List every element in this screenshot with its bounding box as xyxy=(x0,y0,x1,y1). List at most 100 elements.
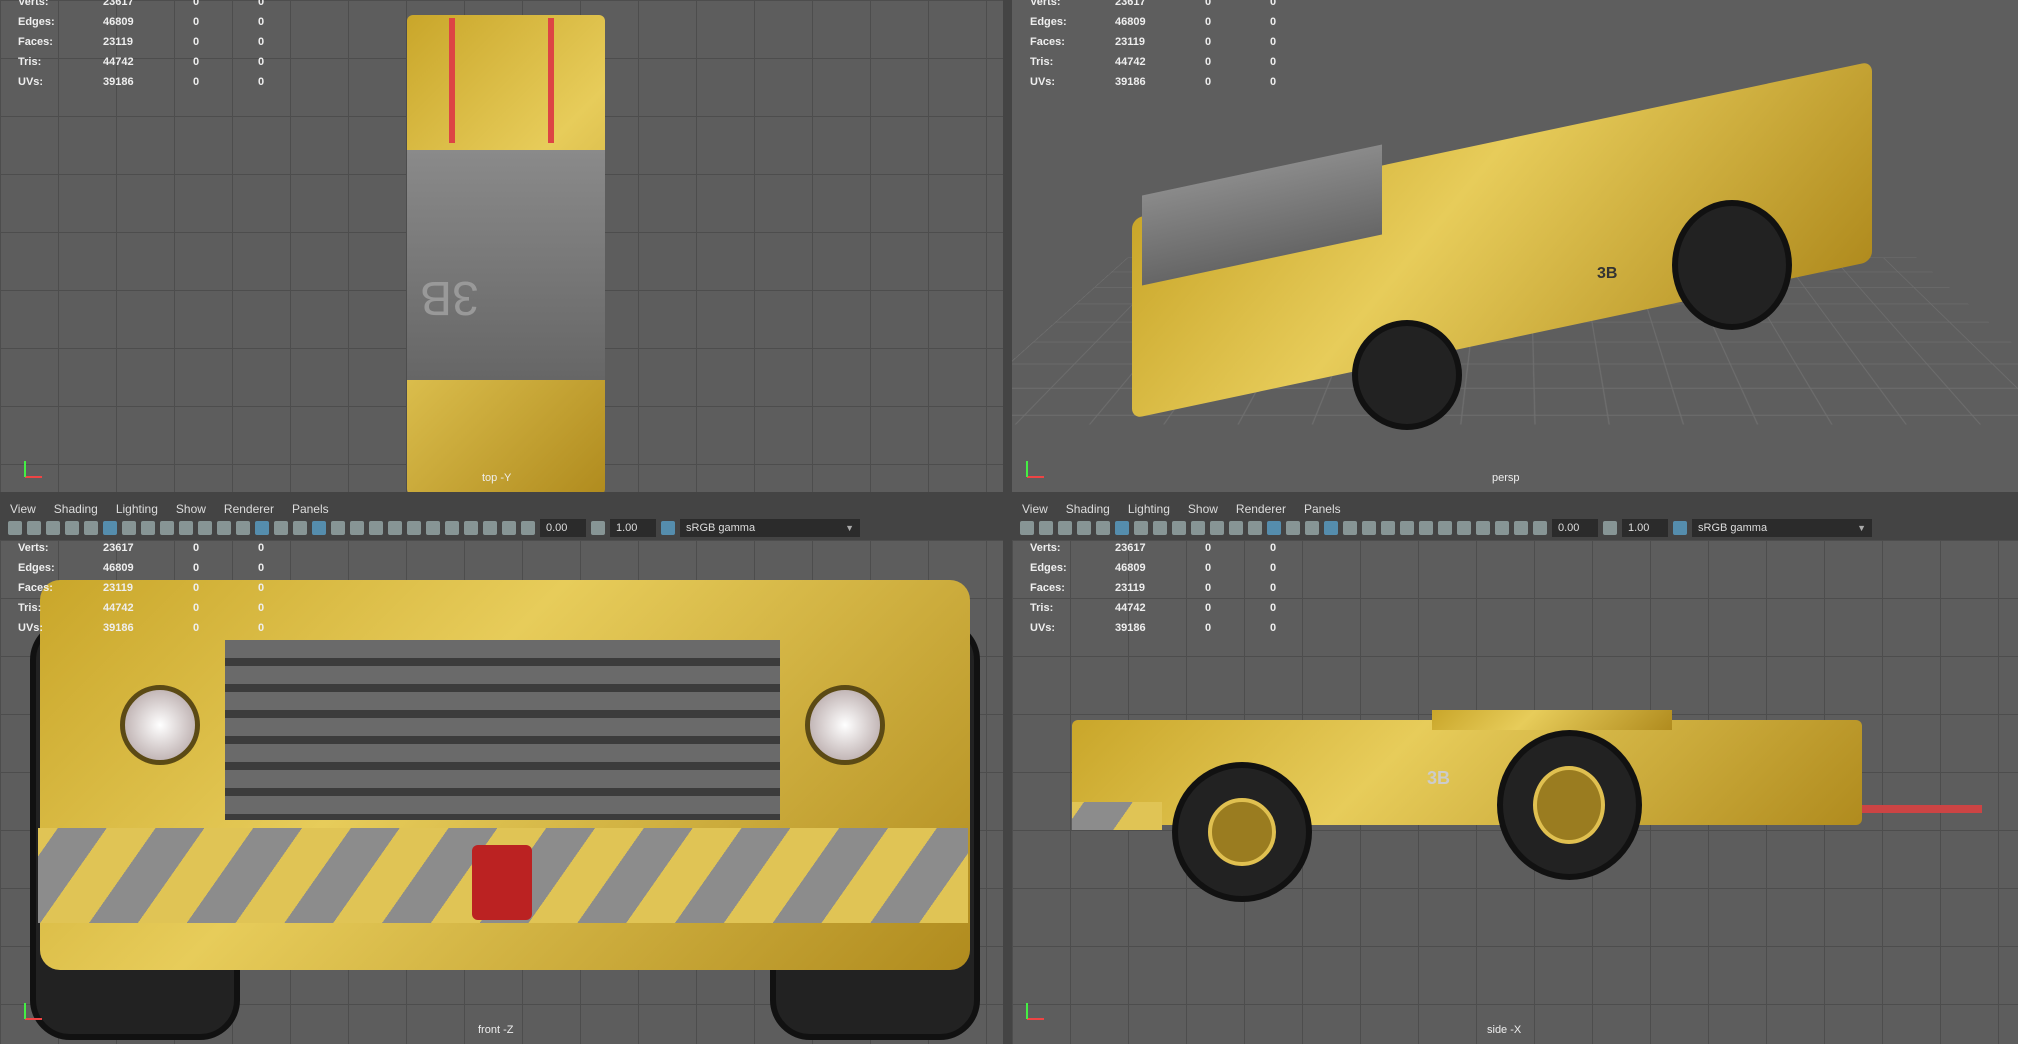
exposure-field[interactable]: 0.00 xyxy=(1552,519,1598,537)
grid-icon[interactable] xyxy=(1115,521,1129,535)
stat-value: 39186 xyxy=(103,622,193,634)
motion-blur-icon[interactable] xyxy=(1400,521,1414,535)
xray-icon[interactable] xyxy=(464,521,478,535)
gamma-field[interactable]: 1.00 xyxy=(1622,519,1668,537)
aa-icon[interactable] xyxy=(407,521,421,535)
safe-title-icon[interactable] xyxy=(1229,521,1243,535)
ssao-icon[interactable] xyxy=(369,521,383,535)
lights-icon[interactable] xyxy=(331,521,345,535)
menu-shading[interactable]: Shading xyxy=(1066,502,1110,516)
camera-icon[interactable] xyxy=(1020,521,1034,535)
view-transform-dropdown[interactable]: sRGB gamma xyxy=(680,519,860,537)
stat-label: Tris: xyxy=(18,602,103,614)
lights-icon[interactable] xyxy=(1343,521,1357,535)
backface-icon[interactable] xyxy=(1514,521,1528,535)
xray-joints-icon[interactable] xyxy=(483,521,497,535)
stat-selected: 0 xyxy=(193,56,258,68)
camera-attr-icon[interactable] xyxy=(27,521,41,535)
stat-components: 0 xyxy=(1270,56,1335,68)
camera-attr-icon[interactable] xyxy=(1039,521,1053,535)
menu-show[interactable]: Show xyxy=(176,502,206,516)
shadows-icon[interactable] xyxy=(350,521,364,535)
dof-icon[interactable] xyxy=(1438,521,1452,535)
menu-view[interactable]: View xyxy=(1022,502,1048,516)
menu-show[interactable]: Show xyxy=(1188,502,1218,516)
safe-action-icon[interactable] xyxy=(198,521,212,535)
image-plane-icon[interactable] xyxy=(65,521,79,535)
isolate-select-icon[interactable] xyxy=(445,521,459,535)
color-management-icon[interactable] xyxy=(661,521,675,535)
ssao-icon[interactable] xyxy=(1381,521,1395,535)
stat-value: 23617 xyxy=(1115,542,1205,554)
grease-pencil-icon[interactable] xyxy=(1096,521,1110,535)
panel-menu-bar-left: View Shading Lighting Show Renderer Pane… xyxy=(0,499,1003,519)
film-gate-icon[interactable] xyxy=(122,521,136,535)
gate-mask-icon[interactable] xyxy=(1172,521,1186,535)
stat-value: 23119 xyxy=(1115,36,1205,48)
field-chart-icon[interactable] xyxy=(179,521,193,535)
gamma-field[interactable]: 1.00 xyxy=(610,519,656,537)
menu-renderer[interactable]: Renderer xyxy=(224,502,274,516)
menu-view[interactable]: View xyxy=(10,502,36,516)
motion-blur-icon[interactable] xyxy=(388,521,402,535)
exposure-field[interactable]: 0.00 xyxy=(540,519,586,537)
menu-panels[interactable]: Panels xyxy=(1304,502,1341,516)
stat-selected: 0 xyxy=(193,0,258,8)
safe-action-icon[interactable] xyxy=(1210,521,1224,535)
panel-toolbar-right: 0.00 1.00 sRGB gamma xyxy=(1012,517,2018,539)
xray-joints-icon[interactable] xyxy=(1495,521,1509,535)
tire xyxy=(1352,320,1462,430)
isolate-select-icon[interactable] xyxy=(1457,521,1471,535)
film-gate-icon[interactable] xyxy=(1134,521,1148,535)
poly-count-hud-front: Verts:2361700Edges:4680900Faces:2311900T… xyxy=(18,538,323,638)
view-transform-dropdown[interactable]: sRGB gamma xyxy=(1692,519,1872,537)
gate-mask-icon[interactable] xyxy=(160,521,174,535)
image-plane-icon[interactable] xyxy=(1077,521,1091,535)
dof-icon[interactable] xyxy=(426,521,440,535)
field-chart-icon[interactable] xyxy=(1191,521,1205,535)
menu-panels[interactable]: Panels xyxy=(292,502,329,516)
default-material-icon[interactable] xyxy=(1286,521,1300,535)
grease-pencil-icon[interactable] xyxy=(84,521,98,535)
poly-count-hud-top: Verts:2361700Edges:4680900Faces:2311900T… xyxy=(18,0,323,92)
bookmark-icon[interactable] xyxy=(1058,521,1072,535)
stat-label: UVs: xyxy=(18,76,103,88)
bookmark-icon[interactable] xyxy=(46,521,60,535)
stat-value: 46809 xyxy=(103,562,193,574)
stat-label: UVs: xyxy=(1030,76,1115,88)
xray-icon[interactable] xyxy=(1476,521,1490,535)
model-seat-area xyxy=(1432,710,1672,730)
tow-hook xyxy=(472,845,532,920)
resolution-gate-icon[interactable] xyxy=(1153,521,1167,535)
menu-lighting[interactable]: Lighting xyxy=(116,502,158,516)
stat-components: 0 xyxy=(1270,602,1335,614)
resolution-gate-icon[interactable] xyxy=(141,521,155,535)
grid-icon[interactable] xyxy=(103,521,117,535)
menu-lighting[interactable]: Lighting xyxy=(1128,502,1170,516)
menu-renderer[interactable]: Renderer xyxy=(1236,502,1286,516)
aa-icon[interactable] xyxy=(1419,521,1433,535)
menu-shading[interactable]: Shading xyxy=(54,502,98,516)
shadows-icon[interactable] xyxy=(1362,521,1376,535)
camera-icon[interactable] xyxy=(8,521,22,535)
stat-components: 0 xyxy=(1270,16,1335,28)
wireframe-icon[interactable] xyxy=(236,521,250,535)
stat-components: 0 xyxy=(1270,36,1335,48)
default-material-icon[interactable] xyxy=(274,521,288,535)
stat-value: 44742 xyxy=(1115,56,1205,68)
wireframe-icon[interactable] xyxy=(1248,521,1262,535)
wireframe-on-shaded-icon[interactable] xyxy=(1305,521,1319,535)
wireframe-on-shaded-icon[interactable] xyxy=(293,521,307,535)
stat-label: UVs: xyxy=(18,622,103,634)
smooth-shade-icon[interactable] xyxy=(255,521,269,535)
color-management-icon[interactable] xyxy=(1673,521,1687,535)
smooth-shade-icon[interactable] xyxy=(1267,521,1281,535)
backface-icon[interactable] xyxy=(502,521,516,535)
axis-gizmo-icon xyxy=(1024,458,1046,480)
stat-label: Tris: xyxy=(18,56,103,68)
textured-icon[interactable] xyxy=(1324,521,1338,535)
textured-icon[interactable] xyxy=(312,521,326,535)
safe-title-icon[interactable] xyxy=(217,521,231,535)
stat-value: 44742 xyxy=(103,56,193,68)
stat-row: Faces:2311900 xyxy=(18,578,323,598)
